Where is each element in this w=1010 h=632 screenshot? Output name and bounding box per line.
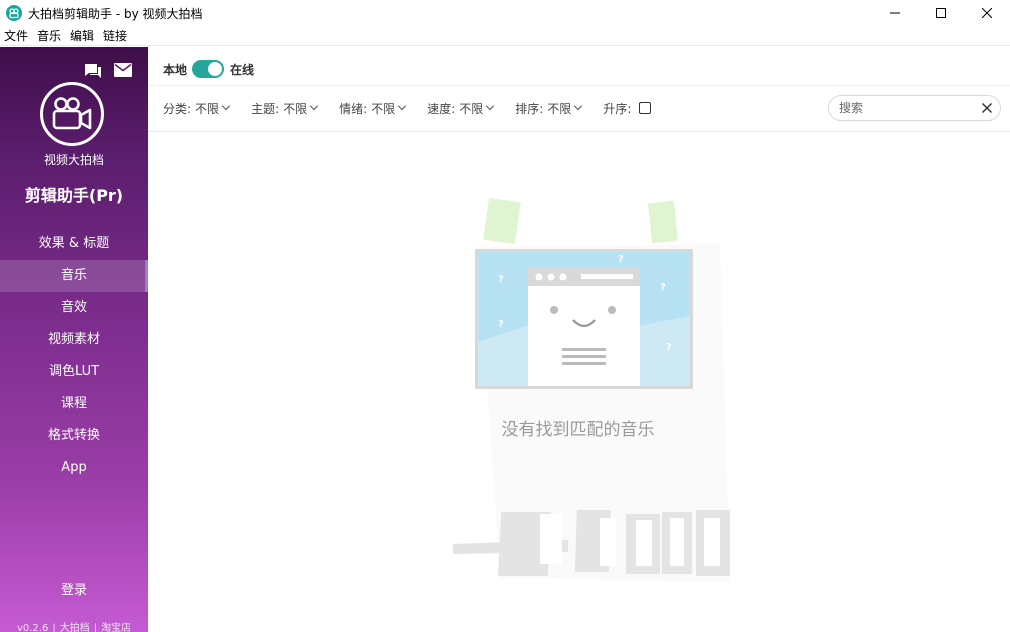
sidebar-item-color-lut[interactable]: 调色LUT xyxy=(0,356,148,388)
filter-value: 不限 xyxy=(371,101,396,116)
filter-label: 情绪: xyxy=(339,101,368,116)
question-mark-icon: ? xyxy=(666,342,672,353)
source-toggle[interactable] xyxy=(192,60,225,78)
sidebar-item-music[interactable]: 音乐 xyxy=(0,260,148,292)
app-name: 剪辑助手(Pr) xyxy=(24,186,124,205)
source-switch: 本地 在线 xyxy=(163,59,254,79)
chevron-down-icon xyxy=(309,101,319,111)
menu-links[interactable]: 链接 xyxy=(99,26,132,46)
clear-search-icon[interactable] xyxy=(981,102,993,114)
sidebar-item-video-footage[interactable]: 视频素材 xyxy=(0,324,148,356)
menu-edit[interactable]: 编辑 xyxy=(66,26,99,46)
sidebar-footer: v0.2.6 | 大拍档 | 淘宝店 xyxy=(0,619,148,632)
brand-logo xyxy=(40,82,104,146)
search-input[interactable] xyxy=(839,101,969,115)
sidebar-item-format-convert[interactable]: 格式转换 xyxy=(0,420,148,452)
filter-label: 排序: xyxy=(515,101,544,116)
filter-speed[interactable]: 速度: 不限 xyxy=(427,100,495,117)
filter-value: 不限 xyxy=(459,101,484,116)
source-local-label[interactable]: 本地 xyxy=(163,61,187,78)
minimize-icon xyxy=(890,12,900,14)
footer-link-taobao[interactable]: 淘宝店 xyxy=(101,623,131,632)
filter-label: 分类: xyxy=(163,101,192,116)
question-mark-icon: ? xyxy=(498,274,504,285)
question-mark-icon: ? xyxy=(498,319,504,330)
empty-state-message: 没有找到匹配的音乐 xyxy=(501,420,655,440)
app-logo-icon xyxy=(6,5,22,21)
minimize-button[interactable] xyxy=(872,0,918,26)
filter-ascending: 升序: xyxy=(603,100,652,117)
title-bar: 大拍档剪辑助手 - by 视频大拍档 xyxy=(0,0,1010,26)
filter-bar: 分类: 不限 主题: 不限 情绪: 不限 速度: 不限 排序: 不限 升序: xyxy=(163,99,673,117)
footer-link-brand[interactable]: 大拍档 xyxy=(60,623,90,632)
question-mark-icon: ? xyxy=(618,254,624,265)
filter-label: 主题: xyxy=(251,101,280,116)
footer-separator: | xyxy=(93,623,98,632)
filter-sort[interactable]: 排序: 不限 xyxy=(515,100,583,117)
chevron-down-icon xyxy=(397,101,407,111)
sidebar: 视频大拍档 剪辑助手(Pr) 效果 & 标题 音乐 音效 视频素材 调色LUT … xyxy=(0,47,148,632)
sidebar-item-sound-effects[interactable]: 音效 xyxy=(0,292,148,324)
menu-music[interactable]: 音乐 xyxy=(33,26,66,46)
window-title: 大拍档剪辑助手 - by 视频大拍档 xyxy=(28,6,203,21)
close-icon xyxy=(982,8,992,18)
maximize-button[interactable] xyxy=(918,0,964,26)
menu-file[interactable]: 文件 xyxy=(0,26,33,46)
filter-category[interactable]: 分类: 不限 xyxy=(163,100,231,117)
ascending-label: 升序: xyxy=(603,101,632,116)
brand-name: 视频大拍档 xyxy=(43,153,104,167)
filter-value: 不限 xyxy=(283,101,308,116)
main-content: 本地 在线 分类: 不限 主题: 不限 情绪: 不限 速度: 不限 排序: 不限… xyxy=(148,47,1010,632)
sidebar-nav: 效果 & 标题 音乐 音效 视频素材 调色LUT 课程 格式转换 App xyxy=(0,228,148,484)
question-mark-icon: ? xyxy=(660,282,666,293)
mail-icon[interactable] xyxy=(114,63,132,79)
ascending-checkbox[interactable] xyxy=(639,102,652,114)
chevron-down-icon xyxy=(486,101,495,111)
source-online-label[interactable]: 在线 xyxy=(230,61,254,78)
filter-label: 速度: xyxy=(427,101,456,116)
close-button[interactable] xyxy=(964,0,1010,26)
filter-mood[interactable]: 情绪: 不限 xyxy=(339,100,407,117)
sidebar-item-effects-titles[interactable]: 效果 & 标题 xyxy=(0,228,148,260)
maximize-icon xyxy=(936,8,946,18)
empty-state-illustration: ? ? ? ? ? xyxy=(453,197,730,582)
filter-value: 不限 xyxy=(547,101,572,116)
chat-icon[interactable] xyxy=(84,63,102,79)
filter-value: 不限 xyxy=(195,101,220,116)
version-label: v0.2.6 xyxy=(16,623,49,632)
filter-theme[interactable]: 主题: 不限 xyxy=(251,100,319,117)
sidebar-item-app[interactable]: App xyxy=(0,452,148,484)
login-button[interactable]: 登录 xyxy=(0,579,148,598)
menu-bar: 文件 音乐 编辑 链接 xyxy=(0,26,1010,46)
video-camera-icon xyxy=(52,97,92,130)
divider xyxy=(148,85,1010,86)
footer-separator: | xyxy=(52,623,56,632)
chevron-down-icon xyxy=(574,101,583,111)
divider xyxy=(148,131,1010,132)
search-box xyxy=(828,95,1001,121)
chevron-down-icon xyxy=(221,101,231,111)
sidebar-item-courses[interactable]: 课程 xyxy=(0,388,148,420)
